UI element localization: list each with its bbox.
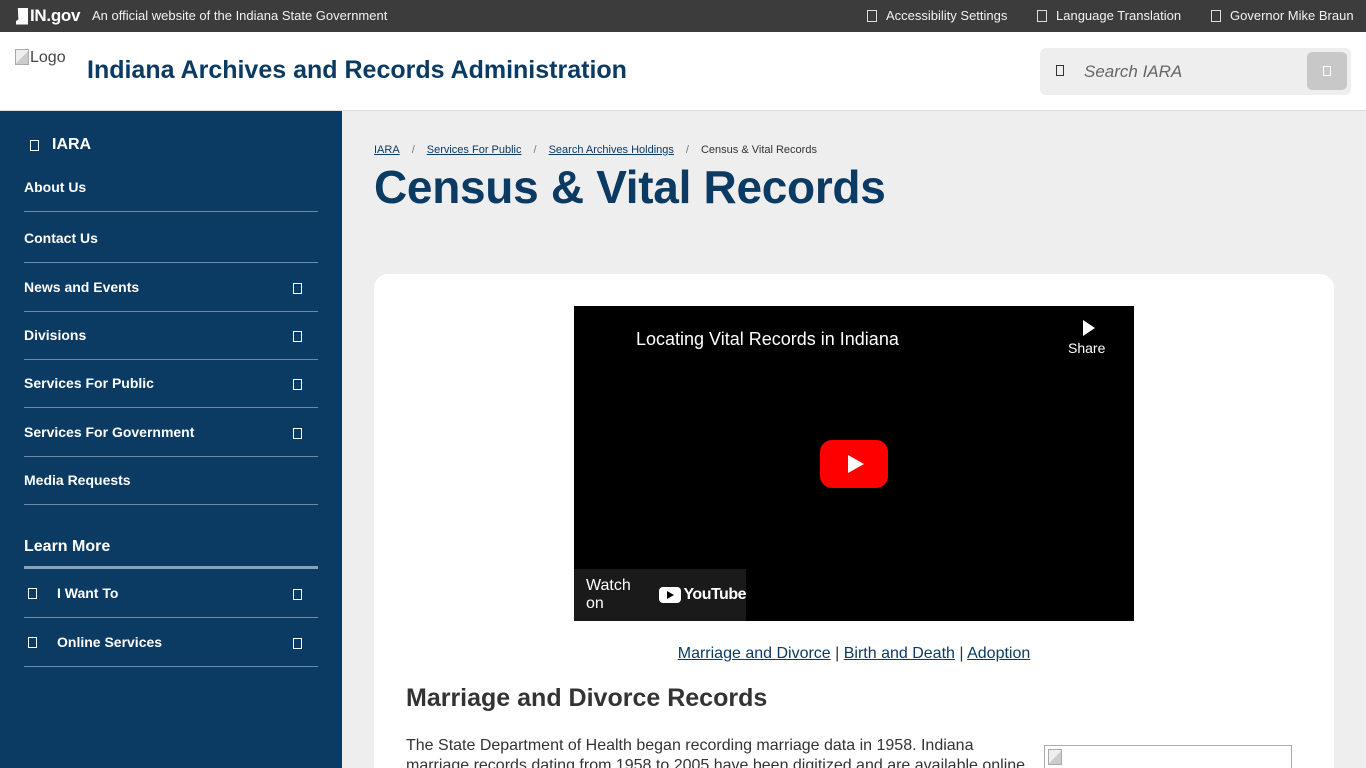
- breadcrumb-services-for-public[interactable]: Services For Public: [427, 144, 522, 156]
- youtube-icon: [659, 587, 682, 603]
- agency-logo[interactable]: Logo: [15, 49, 66, 67]
- site-header: Logo Indiana Archives and Records Admini…: [0, 32, 1366, 111]
- sidebar-nav: IARA About Us Contact Us News and Events…: [0, 111, 342, 768]
- breadcrumb-iara[interactable]: IARA: [374, 144, 400, 156]
- search-submit-button[interactable]: [1307, 52, 1347, 90]
- jump-link-birth-death[interactable]: Birth and Death: [844, 645, 955, 662]
- content-card: Locating Vital Records in Indiana Share …: [374, 274, 1334, 768]
- jump-link-adoption[interactable]: Adoption: [967, 645, 1030, 662]
- sidebar-item-news-and-events[interactable]: News and Events: [24, 263, 318, 312]
- section-paragraph: The State Department of Health began rec…: [406, 737, 1026, 768]
- official-site-notice: An official website of the Indiana State…: [92, 8, 388, 23]
- broken-image-icon: [1048, 749, 1062, 765]
- section-title: Marriage and Divorce Records: [406, 684, 768, 712]
- watch-on-youtube-button[interactable]: Watch on YouTube: [574, 569, 746, 621]
- content-image: [1044, 745, 1292, 768]
- accessibility-icon: [867, 9, 877, 22]
- expand-icon[interactable]: [293, 638, 302, 649]
- online-services-icon: [28, 636, 37, 648]
- share-icon: [1082, 320, 1095, 336]
- accessibility-settings-link[interactable]: Accessibility Settings: [867, 8, 1007, 23]
- video-embed[interactable]: Locating Vital Records in Indiana Share …: [574, 306, 1134, 621]
- breadcrumb-current: Census & Vital Records: [700, 144, 817, 156]
- breadcrumb-search-archives-holdings[interactable]: Search Archives Holdings: [549, 144, 674, 156]
- governor-icon: [1211, 9, 1221, 22]
- share-button[interactable]: Share: [1068, 320, 1105, 356]
- search-submit-icon: [1323, 66, 1331, 76]
- home-icon: [30, 139, 39, 151]
- learn-more-heading: Learn More: [24, 538, 318, 569]
- governor-link[interactable]: Governor Mike Braun: [1211, 8, 1354, 23]
- expand-icon[interactable]: [293, 283, 302, 294]
- breadcrumb: IARA / Services For Public / Search Arch…: [374, 144, 817, 156]
- language-translation-link[interactable]: Language Translation: [1037, 8, 1181, 23]
- jump-links: Marriage and Divorce | Birth and Death |…: [677, 645, 1031, 662]
- i-want-to-icon: [28, 587, 37, 599]
- video-title[interactable]: Locating Vital Records in Indiana: [636, 329, 899, 350]
- expand-icon[interactable]: [293, 428, 302, 439]
- expand-icon[interactable]: [293, 379, 302, 390]
- top-utility-bar: IN.gov An official website of the Indian…: [0, 0, 1366, 32]
- expand-icon[interactable]: [293, 331, 302, 342]
- search-icon: [1056, 65, 1064, 76]
- page-title: Census & Vital Records: [374, 161, 886, 213]
- search-bar: [1040, 48, 1351, 95]
- sidebar-item-services-for-government[interactable]: Services For Government: [24, 408, 318, 457]
- ingov-logo[interactable]: IN.gov: [16, 6, 80, 26]
- expand-icon[interactable]: [293, 589, 302, 600]
- sidebar-item-media-requests[interactable]: Media Requests: [24, 456, 318, 505]
- site-title[interactable]: Indiana Archives and Records Administrat…: [87, 56, 627, 85]
- sidebar-item-services-for-public[interactable]: Services For Public: [24, 359, 318, 408]
- sidebar-item-contact-us[interactable]: Contact Us: [24, 214, 318, 263]
- sidebar-item-about-us[interactable]: About Us: [24, 163, 318, 212]
- sidebar-home-link[interactable]: IARA: [30, 136, 91, 154]
- sidebar-item-online-services[interactable]: Online Services: [24, 618, 318, 667]
- search-input[interactable]: [1084, 60, 1294, 84]
- translate-icon: [1037, 9, 1047, 22]
- indiana-state-icon: [16, 7, 28, 25]
- play-button[interactable]: [820, 440, 888, 488]
- sidebar-item-i-want-to[interactable]: I Want To: [24, 569, 318, 618]
- jump-link-marriage-divorce[interactable]: Marriage and Divorce: [678, 645, 831, 662]
- broken-image-icon: [15, 49, 29, 65]
- sidebar-item-divisions[interactable]: Divisions: [24, 311, 318, 360]
